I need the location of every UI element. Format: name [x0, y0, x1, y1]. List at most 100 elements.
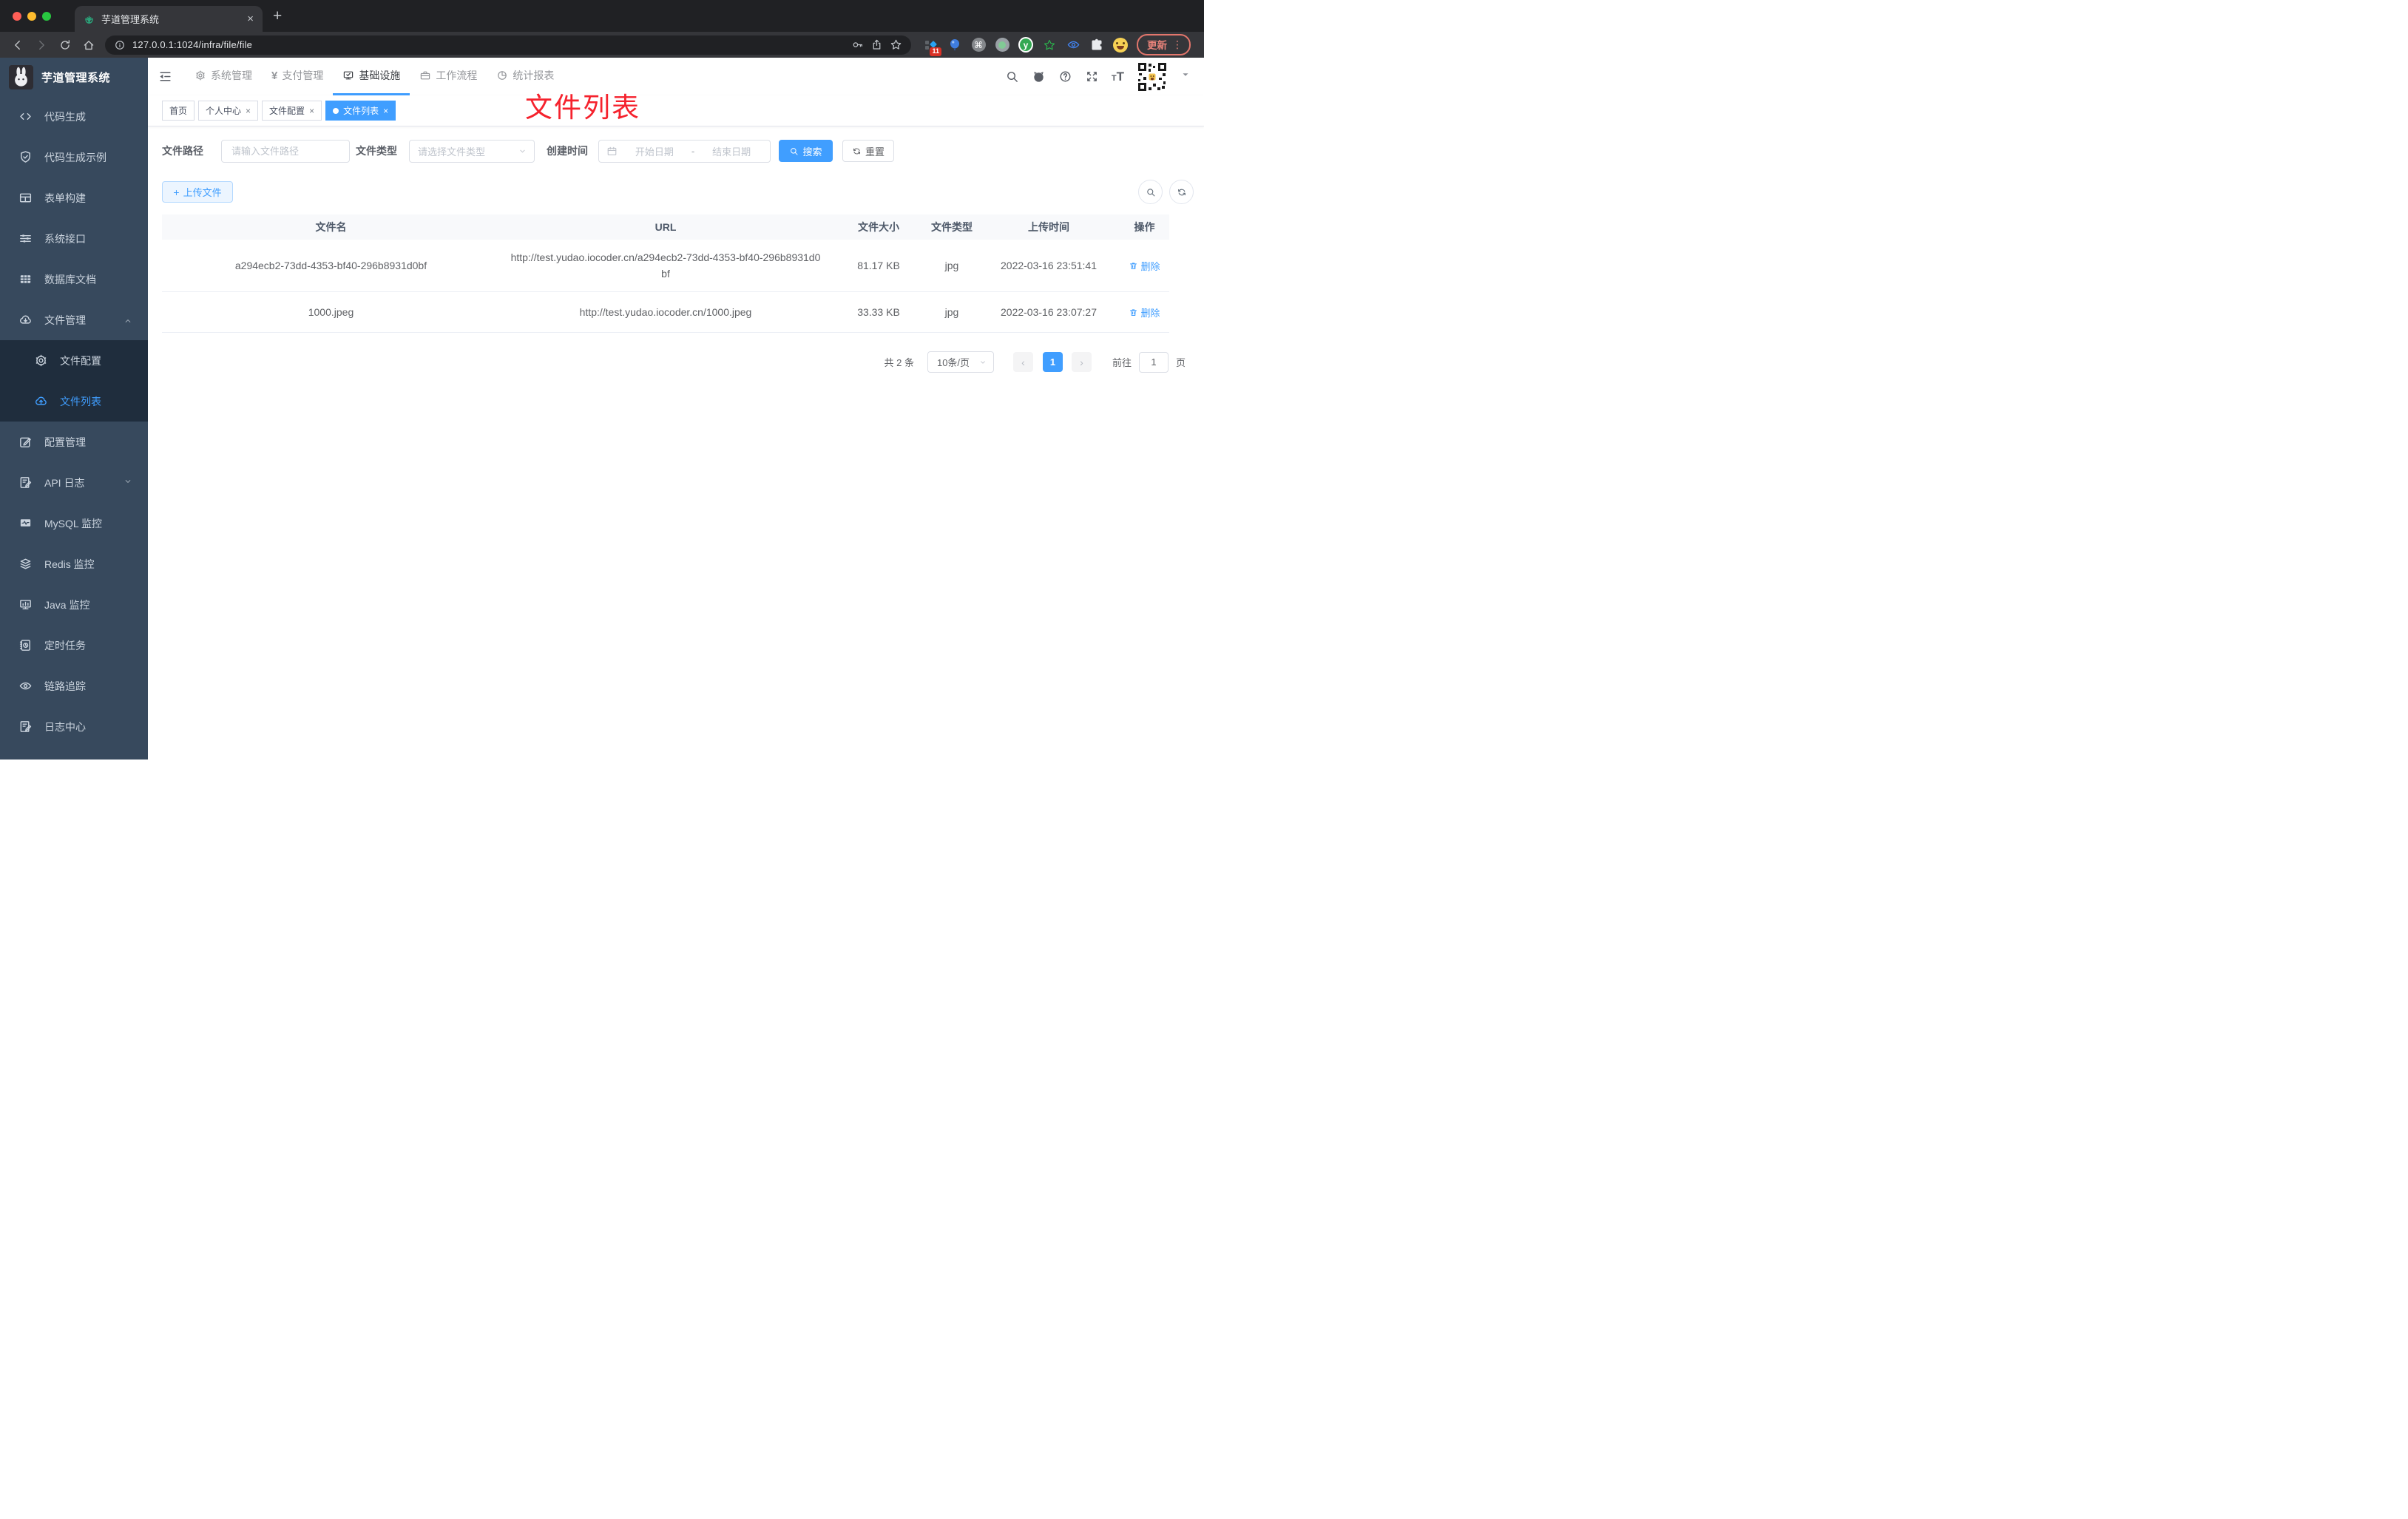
toggle-search-button[interactable]	[1138, 180, 1163, 204]
browser-menu-icon[interactable]: ⋮	[1172, 38, 1183, 51]
search-button[interactable]: 搜索	[779, 140, 833, 162]
avatar-qr-code[interactable]	[1137, 61, 1168, 92]
prev-page-button[interactable]: ‹	[1012, 352, 1033, 372]
sidebar-item-api-log[interactable]: API 日志	[0, 462, 148, 503]
sidebar-item-file-management[interactable]: 文件管理	[0, 300, 148, 340]
extensions-puzzle-icon[interactable]	[1089, 38, 1104, 53]
sidebar-item-trace[interactable]: 链路追踪	[0, 666, 148, 706]
tag-home[interactable]: 首页	[162, 101, 195, 121]
bookmark-star-icon[interactable]	[890, 38, 902, 51]
sidebar-logo[interactable]: 芋道管理系统	[0, 58, 148, 96]
home-icon[interactable]	[78, 35, 98, 55]
reset-button[interactable]: 重置	[842, 140, 894, 162]
sidebar-item-system-api[interactable]: 系统接口	[0, 218, 148, 259]
refresh-table-button[interactable]	[1169, 180, 1194, 204]
password-key-icon[interactable]	[851, 38, 864, 51]
sidebar-item-log-center[interactable]: 日志中心	[0, 706, 148, 747]
browser-tab[interactable]: 芋道管理系统 ×	[75, 6, 263, 32]
browser-profile-avatar[interactable]	[1113, 37, 1128, 53]
close-icon[interactable]: ×	[246, 106, 251, 115]
sidebar-item-code-generation[interactable]: 代码生成	[0, 96, 148, 137]
extension-balloon-icon[interactable]	[947, 38, 962, 53]
sidebar-item-code-example[interactable]: 代码生成示例	[0, 137, 148, 177]
page-size-select[interactable]: 10条/页	[927, 351, 994, 373]
tab-close-icon[interactable]: ×	[247, 13, 254, 24]
cell-size: 33.33 KB	[857, 306, 900, 318]
file-path-input[interactable]	[221, 139, 350, 163]
extension-green-dot-icon[interactable]	[995, 38, 1009, 53]
sidebar-item-form-builder[interactable]: 表单构建	[0, 177, 148, 218]
database-grid-icon	[18, 272, 33, 286]
sidebar-item-config-management[interactable]: 配置管理	[0, 422, 148, 462]
code-icon	[18, 109, 33, 124]
menu-item-infrastructure[interactable]: 基础设施	[333, 58, 410, 95]
help-icon[interactable]	[1058, 70, 1072, 84]
tag-file-list[interactable]: 文件列表 ×	[325, 101, 396, 121]
table-tools	[1138, 180, 1194, 204]
extension-green-star-icon[interactable]	[1042, 38, 1057, 53]
header-actions: TT	[1005, 61, 1191, 92]
date-separator: -	[691, 145, 695, 157]
tag-file-config[interactable]: 文件配置 ×	[262, 101, 322, 121]
browser-update-button[interactable]: 更新 ⋮	[1137, 34, 1191, 55]
search-icon[interactable]	[1005, 70, 1019, 84]
close-icon[interactable]: ×	[309, 106, 314, 115]
close-icon[interactable]: ×	[383, 106, 388, 115]
forward-icon[interactable]	[31, 35, 51, 55]
menu-item-reports[interactable]: 统计报表	[487, 58, 564, 95]
jump-page-input[interactable]	[1138, 351, 1169, 373]
extension-command-icon[interactable]: ⌘	[971, 38, 986, 53]
upload-file-button[interactable]: + 上传文件	[162, 181, 233, 203]
table-row: 1000.jpeg http://test.yudao.iocoder.cn/1…	[162, 292, 1169, 333]
cell-time: 2022-03-16 23:51:41	[1001, 260, 1097, 271]
cloud-download-icon	[18, 313, 33, 327]
menu-item-payment[interactable]: ¥ 支付管理	[262, 58, 333, 95]
next-page-button[interactable]: ›	[1071, 352, 1092, 372]
menu-item-workflow[interactable]: 工作流程	[410, 58, 487, 95]
back-icon[interactable]	[7, 35, 27, 55]
extension-diamond-icon[interactable]: 11	[924, 38, 941, 56]
share-icon[interactable]	[870, 38, 883, 51]
total-count: 共 2 条	[884, 357, 914, 368]
cell-url: http://test.yudao.iocoder.cn/a294ecb2-73…	[510, 251, 821, 280]
gear-icon	[34, 353, 48, 368]
end-date-input[interactable]: 结束日期	[700, 144, 762, 158]
trash-icon	[1129, 261, 1138, 271]
sidebar-item-db-doc[interactable]: 数据库文档	[0, 259, 148, 300]
briefcase-icon	[419, 70, 431, 81]
sidebar-item-java-monitor[interactable]: Java 监控	[0, 584, 148, 625]
sidebar-item-file-config[interactable]: 文件配置	[0, 340, 148, 381]
url-text[interactable]: 127.0.0.1:1024/infra/file/file	[132, 39, 845, 50]
address-bar[interactable]: 127.0.0.1:1024/infra/file/file	[105, 35, 911, 55]
pie-chart-icon	[496, 70, 508, 81]
sidebar-item-mysql-monitor[interactable]: MySQL 监控	[0, 503, 148, 544]
extension-y-icon[interactable]: y	[1018, 37, 1033, 53]
search-icon	[1146, 187, 1156, 197]
sidebar-item-file-list[interactable]: 文件列表	[0, 381, 148, 422]
fullscreen-icon[interactable]	[1085, 70, 1099, 84]
page-number-1[interactable]: 1	[1042, 352, 1063, 372]
delete-button[interactable]: 删除	[1129, 259, 1160, 273]
gear-icon	[195, 70, 206, 81]
tag-profile[interactable]: 个人中心 ×	[198, 101, 259, 121]
avatar-caret-down-icon[interactable]	[1180, 70, 1191, 84]
sidebar-collapse-icon[interactable]	[158, 69, 173, 84]
extension-eye-icon[interactable]	[1066, 38, 1080, 53]
font-size-icon[interactable]: TT	[1112, 70, 1124, 83]
site-info-icon[interactable]	[114, 39, 126, 51]
sliders-icon	[18, 231, 33, 246]
sidebar-item-redis-monitor[interactable]: Redis 监控	[0, 544, 148, 584]
start-date-input[interactable]: 开始日期	[623, 144, 686, 158]
window-close-button[interactable]	[13, 11, 21, 21]
delete-button[interactable]: 删除	[1129, 305, 1160, 319]
file-type-select[interactable]: 请选择文件类型	[409, 139, 535, 163]
menu-item-system[interactable]: 系统管理	[185, 58, 262, 95]
edit-square-icon	[18, 435, 33, 449]
reload-icon[interactable]	[55, 35, 75, 55]
new-tab-button[interactable]: +	[273, 8, 282, 24]
date-range-picker[interactable]: 开始日期 - 结束日期	[598, 139, 771, 163]
window-zoom-button[interactable]	[42, 11, 51, 21]
github-icon[interactable]	[1032, 70, 1046, 84]
window-minimize-button[interactable]	[27, 11, 36, 21]
sidebar-item-scheduled-tasks[interactable]: 定时任务	[0, 625, 148, 666]
